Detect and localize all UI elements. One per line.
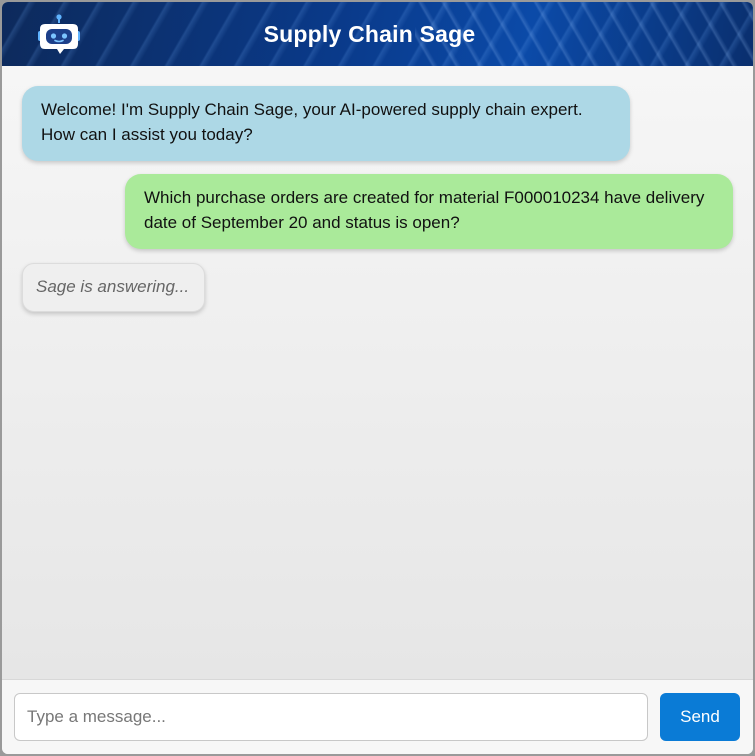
chat-window: Supply Chain Sage Welcome! I'm Supply Ch… [2, 2, 753, 754]
robot-chat-icon [38, 14, 80, 54]
chat-header: Supply Chain Sage [2, 2, 753, 66]
message-list: Welcome! I'm Supply Chain Sage, your AI-… [2, 66, 753, 679]
message-input[interactable] [14, 693, 648, 741]
user-message: Which purchase orders are created for ma… [125, 174, 733, 249]
composer-bar: Send [2, 679, 753, 754]
send-button[interactable]: Send [660, 693, 740, 741]
page-title: Supply Chain Sage [263, 20, 476, 47]
typing-indicator: Sage is answering... [22, 263, 205, 312]
bot-message: Welcome! I'm Supply Chain Sage, your AI-… [22, 86, 630, 161]
